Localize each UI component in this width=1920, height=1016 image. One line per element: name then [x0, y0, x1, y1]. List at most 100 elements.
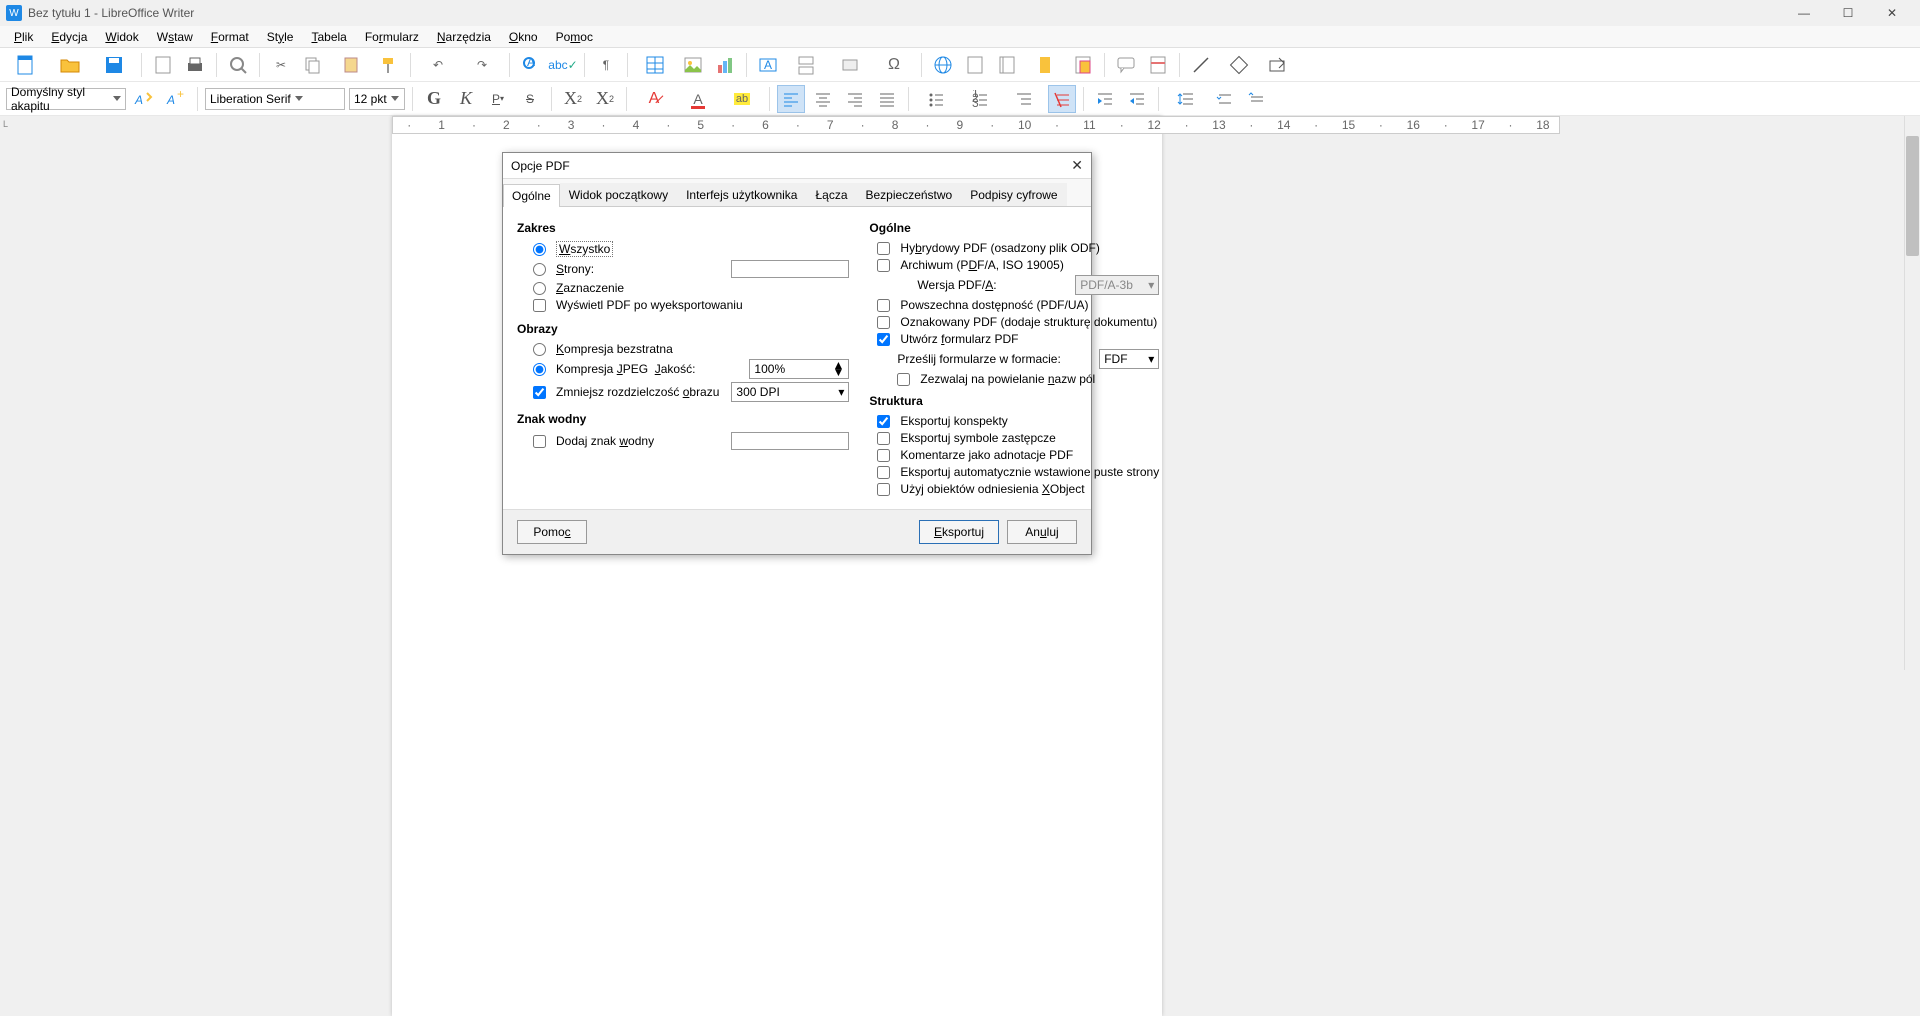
clone-format-button[interactable]: [375, 51, 403, 79]
menu-help[interactable]: Pomoc: [548, 28, 601, 46]
increase-para-spacing-button[interactable]: [1210, 85, 1238, 113]
basic-shapes-button[interactable]: [1219, 51, 1259, 79]
align-left-button[interactable]: [777, 85, 805, 113]
tab-ui[interactable]: Interfejs użytkownika: [677, 183, 806, 206]
radio-jpeg[interactable]: [533, 363, 546, 376]
font-color-button[interactable]: A: [678, 85, 718, 113]
check-create-form[interactable]: [877, 333, 890, 346]
track-changes-button[interactable]: [1144, 51, 1172, 79]
redo-button[interactable]: ↷: [462, 51, 502, 79]
menu-form[interactable]: Formularz: [357, 28, 427, 46]
new-doc-button[interactable]: [6, 51, 46, 79]
menu-view[interactable]: Widok: [97, 28, 146, 46]
check-add-watermark[interactable]: [533, 435, 546, 448]
insert-image-button[interactable]: [679, 51, 707, 79]
insert-chart-button[interactable]: [711, 51, 739, 79]
align-right-button[interactable]: [841, 85, 869, 113]
cancel-button[interactable]: Anuluj: [1007, 520, 1077, 544]
menu-format[interactable]: Format: [203, 28, 257, 46]
radio-lossless[interactable]: [533, 343, 546, 356]
outline-list-button[interactable]: [1004, 85, 1044, 113]
cut-button[interactable]: ✂: [267, 51, 295, 79]
menu-edit[interactable]: Edycja: [43, 28, 95, 46]
maximize-button[interactable]: ☐: [1826, 0, 1870, 26]
menu-file[interactable]: Plik: [6, 28, 41, 46]
tab-links[interactable]: Łącza: [806, 183, 856, 206]
print-preview-button[interactable]: [224, 51, 252, 79]
help-button[interactable]: Pomoc: [517, 520, 587, 544]
underline-button[interactable]: P ▾: [484, 85, 512, 113]
check-archive-pdfa[interactable]: [877, 259, 890, 272]
highlight-button[interactable]: ab: [722, 85, 762, 113]
minimize-button[interactable]: —: [1782, 0, 1826, 26]
tab-signatures[interactable]: Podpisy cyfrowe: [961, 183, 1066, 206]
insert-endnote-button[interactable]: [993, 51, 1021, 79]
check-tagged-pdf[interactable]: [877, 316, 890, 329]
menu-styles[interactable]: Style: [259, 28, 302, 46]
update-style-button[interactable]: A: [130, 85, 158, 113]
insert-comment-button[interactable]: [1112, 51, 1140, 79]
font-name-combo[interactable]: Liberation Serif: [205, 88, 345, 110]
insert-hyperlink-button[interactable]: [929, 51, 957, 79]
spin-jpeg-quality[interactable]: 100%▲▼: [749, 359, 849, 379]
formatting-marks-button[interactable]: ¶: [592, 51, 620, 79]
insert-table-button[interactable]: [635, 51, 675, 79]
radio-range-selection[interactable]: [533, 282, 546, 295]
insert-pagebreak-button[interactable]: [786, 51, 826, 79]
font-size-combo[interactable]: 12 pkt: [349, 88, 405, 110]
find-replace-button[interactable]: A: [517, 51, 545, 79]
check-use-xobject[interactable]: [877, 483, 890, 496]
menu-table[interactable]: Tabela: [303, 28, 354, 46]
check-export-blank-pages[interactable]: [877, 466, 890, 479]
decrease-para-spacing-button[interactable]: [1242, 85, 1270, 113]
horizontal-ruler[interactable]: ·1·2·3·4·5·6·7·8·9·10·11·12·13·14·15·16·…: [392, 116, 1560, 134]
check-reduce-resolution[interactable]: [533, 386, 546, 399]
check-hybrid-pdf[interactable]: [877, 242, 890, 255]
clear-format-button[interactable]: A̷: [634, 85, 674, 113]
new-style-button[interactable]: A+: [162, 85, 190, 113]
check-view-after-export[interactable]: [533, 299, 546, 312]
decrease-indent-button[interactable]: [1123, 85, 1151, 113]
input-watermark-text[interactable]: [731, 432, 849, 450]
check-dup-field-names[interactable]: [897, 373, 910, 386]
line-spacing-button[interactable]: [1166, 85, 1206, 113]
menu-insert[interactable]: Wstaw: [149, 28, 201, 46]
combo-submit-format[interactable]: FDF▾: [1099, 349, 1159, 369]
undo-button[interactable]: ↶: [418, 51, 458, 79]
menu-tools[interactable]: Narzędzia: [429, 28, 499, 46]
justify-button[interactable]: [873, 85, 901, 113]
subscript-button[interactable]: X2: [591, 85, 619, 113]
no-list-button[interactable]: [1048, 85, 1076, 113]
line-button[interactable]: [1187, 51, 1215, 79]
dialog-titlebar[interactable]: Opcje PDF ✕: [503, 153, 1091, 179]
print-button[interactable]: [181, 51, 209, 79]
increase-indent-button[interactable]: [1091, 85, 1119, 113]
insert-footnote-button[interactable]: [961, 51, 989, 79]
dialog-close-button[interactable]: ✕: [1071, 157, 1083, 174]
insert-crossref-button[interactable]: [1069, 51, 1097, 79]
copy-button[interactable]: [299, 51, 327, 79]
close-window-button[interactable]: ✕: [1870, 0, 1914, 26]
align-center-button[interactable]: [809, 85, 837, 113]
radio-range-all[interactable]: [533, 243, 546, 256]
italic-button[interactable]: K: [452, 85, 480, 113]
check-comments-annot[interactable]: [877, 449, 890, 462]
insert-textbox-button[interactable]: A: [754, 51, 782, 79]
insert-bookmark-button[interactable]: [1025, 51, 1065, 79]
vertical-scrollbar[interactable]: [1904, 116, 1920, 670]
export-button[interactable]: Eksportuj: [919, 520, 999, 544]
bullet-list-button[interactable]: [916, 85, 956, 113]
insert-specialchar-button[interactable]: Ω: [874, 51, 914, 79]
radio-range-pages[interactable]: [533, 263, 546, 276]
open-button[interactable]: [50, 51, 90, 79]
save-button[interactable]: [94, 51, 134, 79]
tab-security[interactable]: Bezpieczeństwo: [857, 183, 962, 206]
tab-general[interactable]: Ogólne: [503, 184, 560, 207]
superscript-button[interactable]: X2: [559, 85, 587, 113]
check-export-placeholders[interactable]: [877, 432, 890, 445]
input-pages[interactable]: [731, 260, 849, 278]
strike-button[interactable]: S: [516, 85, 544, 113]
spellcheck-button[interactable]: abc✓: [549, 51, 577, 79]
check-export-outlines[interactable]: [877, 415, 890, 428]
tab-initial-view[interactable]: Widok początkowy: [560, 183, 677, 206]
